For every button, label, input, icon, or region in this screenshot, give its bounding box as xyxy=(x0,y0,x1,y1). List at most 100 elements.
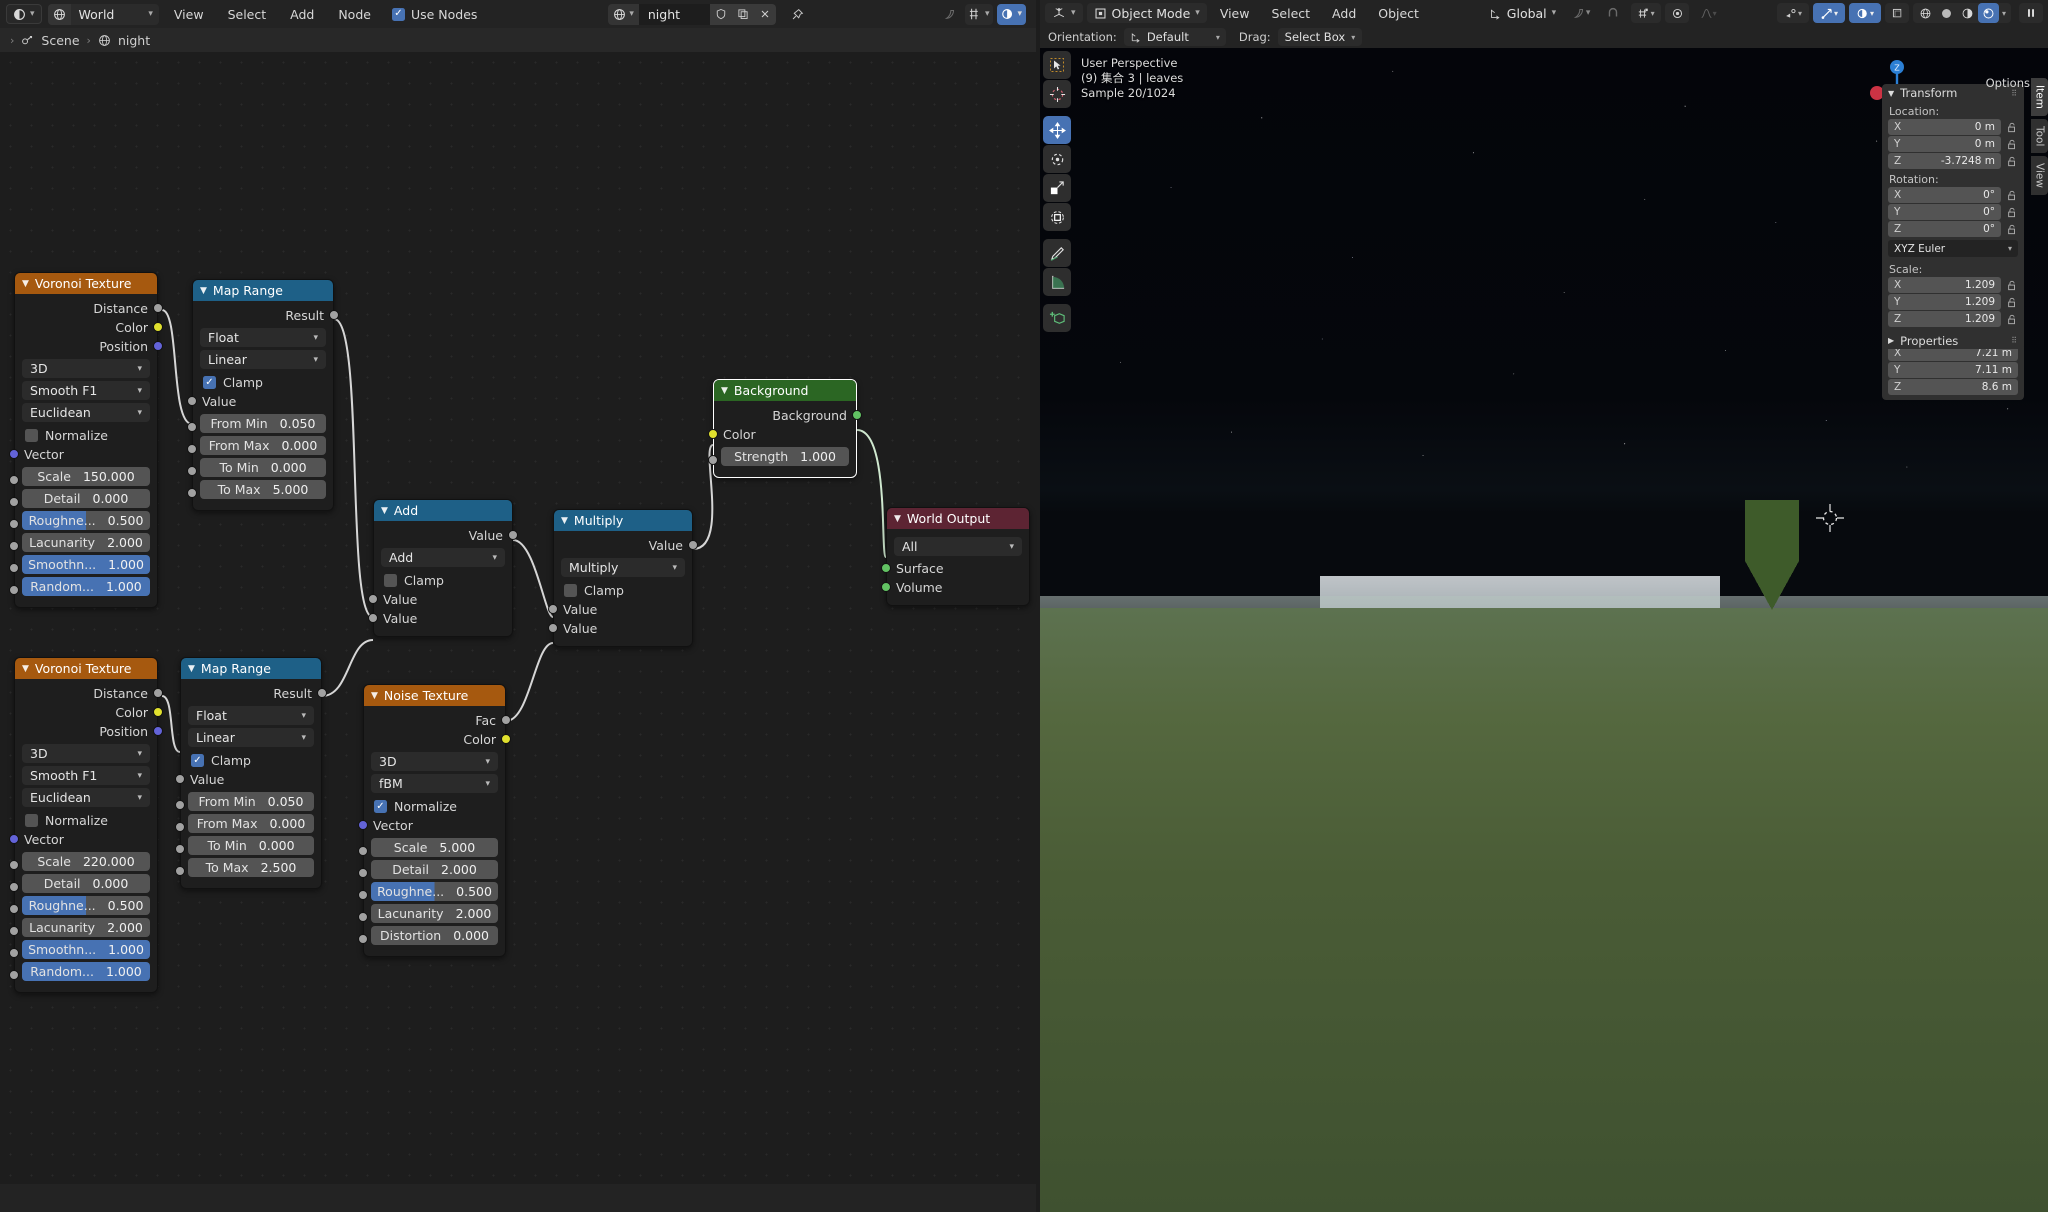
node-header[interactable]: ▼ Background xyxy=(714,380,856,401)
chevron-down-icon[interactable]: ▼ xyxy=(371,691,378,701)
shading-wireframe-icon[interactable] xyxy=(1915,3,1936,23)
node-math-add[interactable]: ▼ Add Value Add ▾ Clamp Value Value xyxy=(368,499,518,637)
world-datablock-browse-button[interactable]: ▾ xyxy=(608,3,639,25)
output-position[interactable]: Position xyxy=(15,722,163,741)
noise-type-dropdown[interactable]: fBM ▾ xyxy=(371,774,498,793)
node-math-multiply[interactable]: ▼ Multiply Value Multiply ▾ Clamp Value … xyxy=(548,509,698,647)
operation-dropdown[interactable]: Add ▾ xyxy=(381,548,505,567)
field-to-max[interactable]: To Max 5.000 xyxy=(200,480,326,499)
distance-metric-dropdown[interactable]: Euclidean ▾ xyxy=(22,788,150,807)
location-y-row[interactable]: Y 0 m xyxy=(1888,136,2018,152)
output-color[interactable]: Color xyxy=(364,730,511,749)
shading-material-icon[interactable] xyxy=(1957,3,1978,23)
field-roughness[interactable]: Roughne... 0.500 xyxy=(22,511,150,530)
rotation-z-field[interactable]: Z 0° xyxy=(1888,221,2001,237)
menu-select[interactable]: Select xyxy=(1262,3,1319,23)
socket-icon[interactable] xyxy=(187,396,197,406)
chevron-down-icon[interactable]: ▼ xyxy=(721,386,728,396)
field-detail[interactable]: Detail 0.000 xyxy=(22,489,150,508)
rotation-y-row[interactable]: Y 0° xyxy=(1888,204,2018,220)
node-map-range-2[interactable]: ▼ Map Range Result Float ▾ Linear ▾ ✓ Cl… xyxy=(175,657,327,889)
node-background[interactable]: ▼ Background Background Color Strength 1… xyxy=(708,379,862,478)
input-vector[interactable]: Vector xyxy=(358,816,505,835)
new-datablock-icon[interactable] xyxy=(732,3,755,25)
input-value-2[interactable]: Value xyxy=(548,619,692,638)
field-randomness[interactable]: Random... 1.000 xyxy=(22,962,150,981)
socket-icon[interactable] xyxy=(153,303,163,313)
output-result[interactable]: Result xyxy=(181,684,327,703)
node-header[interactable]: ▼ Add xyxy=(374,500,512,521)
node-noise-texture[interactable]: ▼ Noise Texture Fac Color 3D ▾ fBM ▾ ✓ N… xyxy=(358,684,511,957)
node-header[interactable]: ▼ Map Range xyxy=(181,658,321,679)
field-from-min[interactable]: From Min 0.050 xyxy=(200,414,326,433)
chevron-down-icon[interactable]: ▼ xyxy=(22,279,29,289)
socket-icon[interactable] xyxy=(358,868,368,878)
socket-icon[interactable] xyxy=(153,688,163,698)
output-background[interactable]: Background xyxy=(714,406,862,425)
location-x-field[interactable]: X 0 m xyxy=(1888,119,2001,135)
field-detail[interactable]: Detail 2.000 xyxy=(371,860,498,879)
shader-type-selector[interactable]: World ▾ xyxy=(47,3,159,25)
socket-icon[interactable] xyxy=(153,707,163,717)
breadcrumb-expand-icon[interactable]: › xyxy=(10,34,14,47)
gizmo-icon[interactable]: ▾ xyxy=(1813,3,1845,23)
use-nodes-toggle[interactable]: ✓ Use Nodes xyxy=(391,7,477,22)
scale-z-row[interactable]: Z 1.209 xyxy=(1888,311,2018,327)
socket-icon[interactable] xyxy=(175,774,185,784)
socket-icon[interactable] xyxy=(153,726,163,736)
dimensions-y-row[interactable]: Y 7.11 m xyxy=(1888,362,2018,378)
socket-icon[interactable] xyxy=(9,449,19,459)
socket-icon[interactable] xyxy=(9,926,19,936)
transform-tool[interactable] xyxy=(1043,203,1071,231)
object-visibility-icon[interactable] xyxy=(1665,3,1690,23)
chevron-down-icon[interactable]: ▼ xyxy=(561,516,568,526)
field-lacunarity[interactable]: Lacunarity 2.000 xyxy=(22,533,150,552)
location-z-field[interactable]: Z -3.7248 m xyxy=(1888,153,2001,169)
shading-solid-icon[interactable] xyxy=(1936,3,1957,23)
normalize-checkbox[interactable]: ✓ Normalize xyxy=(364,796,505,816)
distance-metric-dropdown[interactable]: Euclidean ▾ xyxy=(22,403,150,422)
pin-icon[interactable] xyxy=(786,8,808,21)
field-to-max[interactable]: To Max 2.500 xyxy=(188,858,314,877)
field-smoothness[interactable]: Smoothn... 1.000 xyxy=(22,940,150,959)
field-scale[interactable]: Scale 150.000 xyxy=(22,467,150,486)
socket-icon[interactable] xyxy=(358,934,368,944)
input-value-1[interactable]: Value xyxy=(548,600,692,619)
socket-icon[interactable] xyxy=(329,310,339,320)
feature-dropdown[interactable]: Smooth F1 ▾ xyxy=(22,766,150,785)
drag-dropdown[interactable]: Select Box ▾ xyxy=(1277,28,1363,46)
socket-icon[interactable] xyxy=(9,882,19,892)
normalize-checkbox[interactable]: Normalize xyxy=(15,425,157,445)
menu-add[interactable]: Add xyxy=(281,4,323,24)
proportional-edit-icon[interactable]: ▾ xyxy=(1567,3,1595,23)
viewport-canvas[interactable]: User Perspective (9) 集合 3 | leaves Sampl… xyxy=(1040,48,2048,1212)
socket-icon[interactable] xyxy=(358,820,368,830)
node-editor-canvas[interactable]: ▼ Voronoi Texture Distance Color Positio… xyxy=(0,52,1036,1212)
field-smoothness[interactable]: Smoothn... 1.000 xyxy=(22,555,150,574)
location-x-row[interactable]: X 0 m xyxy=(1888,119,2018,135)
field-to-min[interactable]: To Min 0.000 xyxy=(200,458,326,477)
socket-icon[interactable] xyxy=(548,623,558,633)
lock-icon[interactable] xyxy=(2005,278,2018,292)
socket-icon[interactable] xyxy=(688,540,698,550)
properties-panel-header[interactable]: ▶ Properties ⠿ xyxy=(1882,332,2024,349)
input-vector[interactable]: Vector xyxy=(9,830,157,849)
menu-view[interactable]: View xyxy=(1211,3,1259,23)
rotation-x-field[interactable]: X 0° xyxy=(1888,187,2001,203)
output-position[interactable]: Position xyxy=(15,337,163,356)
chevron-down-icon[interactable]: ▼ xyxy=(381,506,388,516)
field-to-min[interactable]: To Min 0.000 xyxy=(188,836,314,855)
dimensions-dropdown[interactable]: 3D ▾ xyxy=(371,752,498,771)
socket-icon[interactable] xyxy=(358,846,368,856)
socket-icon[interactable] xyxy=(153,341,163,351)
menu-add[interactable]: Add xyxy=(1323,3,1365,23)
socket-icon[interactable] xyxy=(881,582,891,592)
rotation-z-row[interactable]: Z 0° xyxy=(1888,221,2018,237)
field-strength[interactable]: Strength 1.000 xyxy=(721,447,849,466)
socket-icon[interactable] xyxy=(548,604,558,614)
chevron-down-icon[interactable]: ▼ xyxy=(188,664,195,674)
interpolation-dropdown[interactable]: Linear ▾ xyxy=(200,350,326,369)
shading-rendered-icon[interactable] xyxy=(1978,3,1999,23)
scale-x-row[interactable]: X 1.209 xyxy=(1888,277,2018,293)
chevron-down-icon[interactable]: ▼ xyxy=(1888,89,1894,98)
